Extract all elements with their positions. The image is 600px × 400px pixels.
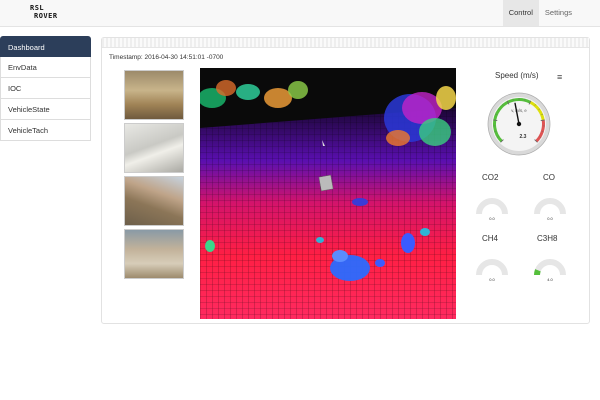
gas-gauge-c3h8-fill	[534, 269, 541, 276]
sidebar-item-vehicletach[interactable]: VehicleTach	[0, 120, 91, 141]
gas-label-c3h8: C3H8	[537, 234, 558, 243]
gas-gauge-ch4-value: 0.0	[489, 277, 495, 282]
sidebar-item-vehiclestate[interactable]: VehicleState	[0, 99, 91, 120]
thumbnail-2[interactable]	[124, 123, 184, 173]
gas-label-ch4: CH4	[482, 234, 499, 243]
thumbnail-1[interactable]	[124, 70, 184, 120]
speed-gauge-title: Speed (m/s)	[495, 71, 539, 80]
lidar-svg	[200, 80, 456, 319]
sidebar: Dashboard EnvData IOC VehicleState Vehic…	[0, 36, 91, 141]
gas-gauge-ch4-track	[476, 259, 508, 276]
speed-value-text: 2.3	[520, 134, 527, 140]
sidebar-item-ioc[interactable]: IOC	[0, 78, 91, 99]
speed-unit-label: v, m/s, e	[511, 108, 527, 113]
speed-needle-hub	[516, 121, 522, 127]
nav-links: Control Settings	[502, 0, 578, 26]
nav-settings-link[interactable]: Settings	[539, 0, 578, 26]
panel-header	[102, 38, 589, 48]
logo-line-2: ROVER	[34, 12, 58, 20]
gas-gauge-co2-value: 0.0	[489, 216, 495, 221]
gas-gauge-co-value: 0.0	[547, 216, 553, 221]
gas-gauge-c3h8-value: 4.0	[547, 277, 553, 282]
sidebar-item-dashboard[interactable]: Dashboard	[0, 36, 91, 57]
gas-gauge-co2-track	[476, 198, 508, 215]
sidebar-item-envdata[interactable]: EnvData	[0, 57, 91, 78]
gas-gauge-c3h8-track	[534, 259, 566, 276]
rover-marker	[318, 174, 334, 192]
gas-label-co: CO	[543, 173, 555, 182]
gas-label-co2: CO2	[482, 173, 499, 182]
nav-control-link[interactable]: Control	[502, 0, 539, 26]
hamburger-menu-icon[interactable]: ≡	[557, 73, 565, 82]
lidar-point-cloud-view[interactable]	[200, 68, 456, 319]
gas-gauge-co: 0.0	[534, 198, 566, 221]
logo-line-1: RSL	[30, 4, 45, 12]
thumbnail-4[interactable]	[124, 229, 184, 279]
gas-gauge-c3h8: 4.0	[534, 259, 566, 282]
rover-logo[interactable]: RSL ROVER	[30, 4, 58, 22]
tree-left	[200, 80, 308, 108]
timestamp-label: Timestamp: 2016-04-30 14:51:01 -0700	[109, 54, 224, 61]
thumbnail-strip	[124, 70, 184, 282]
thumbnail-3[interactable]	[124, 176, 184, 226]
gas-gauge-ch4: 0.0	[476, 259, 508, 282]
speed-gauge: v, m/s, e 2.3	[487, 92, 551, 156]
gas-gauge-co-track	[534, 198, 566, 215]
top-navbar: RSL ROVER Control Settings	[0, 0, 600, 27]
gas-gauge-co2: 0.0	[476, 198, 508, 221]
